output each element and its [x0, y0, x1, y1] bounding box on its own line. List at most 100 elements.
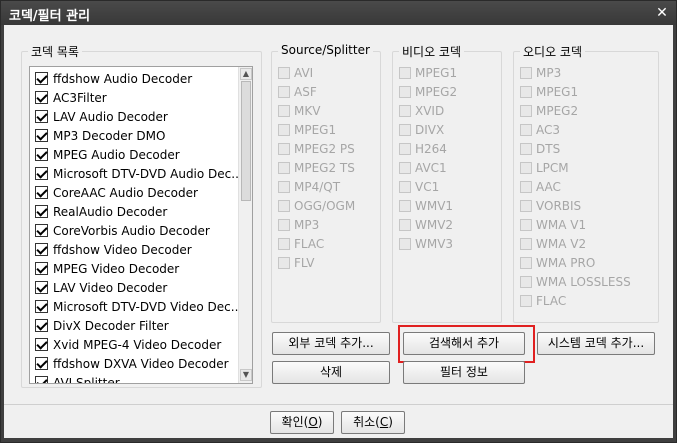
audio-codec-group-title: 오디오 코덱 — [520, 43, 586, 60]
codec-list-item[interactable]: ffdshow DXVA Video Decoder — [30, 354, 238, 373]
codec-checkbox[interactable] — [35, 148, 48, 161]
delete-button[interactable]: 삭제 — [272, 361, 390, 384]
video-codec-item: MPEG1 — [399, 63, 457, 82]
codec-list-item[interactable]: ffdshow Audio Decoder — [30, 69, 238, 88]
codec-list-item[interactable]: Microsoft DTV-DVD Video Dec... — [30, 297, 238, 316]
source-splitter-item: AVI — [278, 63, 313, 82]
system-codec-add-button[interactable]: 시스템 코덱 추가... — [537, 332, 655, 355]
source-splitter-checkbox — [278, 66, 290, 79]
codec-label: MP3 Decoder DMO — [53, 128, 166, 143]
video-codec-label: AVC1 — [415, 160, 447, 175]
audio-codec-label: DTS — [536, 141, 561, 156]
search-add-button[interactable]: 검색해서 추가 — [403, 332, 525, 355]
source-splitter-checkbox — [278, 180, 290, 193]
codec-list-item[interactable]: AC3Filter — [30, 88, 238, 107]
source-splitter-item: MP3 — [278, 215, 319, 234]
codec-list-item[interactable]: DivX Decoder Filter — [30, 316, 238, 335]
audio-codec-item: WMA V2 — [520, 234, 586, 253]
video-codec-label: MPEG1 — [415, 65, 458, 80]
codec-list-item[interactable]: AVI Splitter — [30, 373, 238, 384]
source-splitter-item: FLAC — [278, 234, 324, 253]
codec-checkbox[interactable] — [35, 167, 48, 180]
video-codec-checkbox — [399, 161, 411, 174]
codec-label: AVI Splitter — [53, 375, 120, 384]
scroll-thumb[interactable] — [241, 81, 251, 201]
audio-codec-checkbox — [520, 294, 532, 307]
ok-access-key: O — [308, 415, 318, 429]
codec-checkbox[interactable] — [35, 338, 48, 351]
source-splitter-item: FLV — [278, 253, 314, 272]
codec-list[interactable]: AVI Splitter ffdshow DXVA Video Decoder Xv… — [29, 66, 253, 384]
dialog-client-area: 코덱 목록 AVI Splitter ffdshow DXVA Video Dec… — [4, 25, 673, 438]
audio-codec-label: WMA LOSSLESS — [536, 274, 631, 289]
source-splitter-label: MP3 — [294, 217, 320, 232]
source-splitter-label: AVI — [294, 65, 314, 80]
audio-codec-checkbox — [520, 85, 532, 98]
title-bar[interactable]: 코덱/필터 관리 ✕ — [1, 1, 676, 25]
scroll-down-icon[interactable]: ▼ — [240, 369, 252, 381]
codec-checkbox[interactable] — [35, 186, 48, 199]
codec-label: RealAudio Decoder — [53, 204, 168, 219]
audio-codec-checkbox — [520, 161, 532, 174]
video-codec-item: DIVX — [399, 120, 444, 139]
codec-list-item[interactable]: LAV Audio Decoder — [30, 107, 238, 126]
source-splitter-label: MPEG2 TS — [294, 160, 355, 175]
codec-list-item[interactable]: CoreAAC Audio Decoder — [30, 183, 238, 202]
audio-codec-label: WMA V2 — [536, 236, 587, 251]
source-splitter-label: FLAC — [294, 236, 325, 251]
ok-label-end: ) — [317, 415, 323, 429]
source-splitter-item: ASF — [278, 82, 317, 101]
codec-label: Xvid MPEG-4 Video Decoder — [53, 337, 222, 352]
codec-checkbox[interactable] — [35, 110, 48, 123]
source-splitter-group-title: Source/Splitter — [278, 43, 373, 57]
codec-checkbox[interactable] — [35, 281, 48, 294]
audio-codec-item: VORBIS — [520, 196, 581, 215]
source-splitter-group: Source/Splitter AVI ASF MKV MPEG1 MPEG2 PS MP… — [271, 43, 381, 323]
source-splitter-label: ASF — [294, 84, 317, 99]
video-codec-label: WMV3 — [415, 236, 454, 251]
codec-checkbox[interactable] — [35, 357, 48, 370]
close-icon[interactable]: ✕ — [653, 4, 671, 22]
video-codec-item: H264 — [399, 139, 447, 158]
codec-list-item[interactable]: MP3 Decoder DMO — [30, 126, 238, 145]
codec-list-scrollbar[interactable]: ▲ ▼ — [238, 67, 252, 383]
codec-checkbox[interactable] — [35, 129, 48, 142]
codec-checkbox[interactable] — [35, 224, 48, 237]
codec-checkbox[interactable] — [35, 91, 48, 104]
codec-checkbox[interactable] — [35, 319, 48, 332]
codec-label: LAV Audio Decoder — [53, 109, 168, 124]
audio-codec-label: AC3 — [536, 122, 561, 137]
cancel-button[interactable]: 취소(C) — [341, 411, 405, 434]
audio-codec-item: WMA LOSSLESS — [520, 272, 631, 291]
codec-checkbox[interactable] — [35, 243, 48, 256]
audio-codec-checkbox — [520, 123, 532, 136]
video-codec-label: H264 — [415, 141, 447, 156]
audio-codec-group: 오디오 코덱 MP3 MPEG1 MPEG2 AC3 DTS LPCM AAC VORBIS W… — [513, 43, 659, 323]
codec-list-item[interactable]: MPEG Video Decoder — [30, 259, 238, 278]
codec-checkbox[interactable] — [35, 205, 48, 218]
audio-codec-item: WMA PRO — [520, 253, 595, 272]
codec-checkbox[interactable] — [35, 72, 48, 85]
codec-list-item[interactable]: MPEG Audio Decoder — [30, 145, 238, 164]
external-codec-add-button[interactable]: 외부 코덱 추가... — [272, 332, 390, 355]
video-codec-label: XVID — [415, 103, 445, 118]
video-codec-item: WMV2 — [399, 215, 453, 234]
codec-list-item[interactable]: ffdshow Video Decoder — [30, 240, 238, 259]
scroll-up-icon[interactable]: ▲ — [240, 68, 252, 80]
source-splitter-item: MPEG2 PS — [278, 139, 355, 158]
codec-list-item[interactable]: Xvid MPEG-4 Video Decoder — [30, 335, 238, 354]
codec-list-group-title: 코덱 목록 — [28, 43, 82, 60]
codec-checkbox[interactable] — [35, 376, 48, 383]
codec-list-item[interactable]: Microsoft DTV-DVD Audio Dec... — [30, 164, 238, 183]
codec-list-item[interactable]: LAV Video Decoder — [30, 278, 238, 297]
codec-list-item[interactable]: RealAudio Decoder — [30, 202, 238, 221]
audio-codec-checkbox — [520, 104, 532, 117]
codec-checkbox[interactable] — [35, 262, 48, 275]
audio-codec-item: DTS — [520, 139, 560, 158]
audio-codec-label: AAC — [536, 179, 561, 194]
ok-button[interactable]: 확인(O) — [270, 411, 334, 434]
codec-checkbox[interactable] — [35, 300, 48, 313]
video-codec-label: VC1 — [415, 179, 440, 194]
codec-list-item[interactable]: CoreVorbis Audio Decoder — [30, 221, 238, 240]
filter-info-button[interactable]: 필터 정보 — [403, 361, 525, 384]
